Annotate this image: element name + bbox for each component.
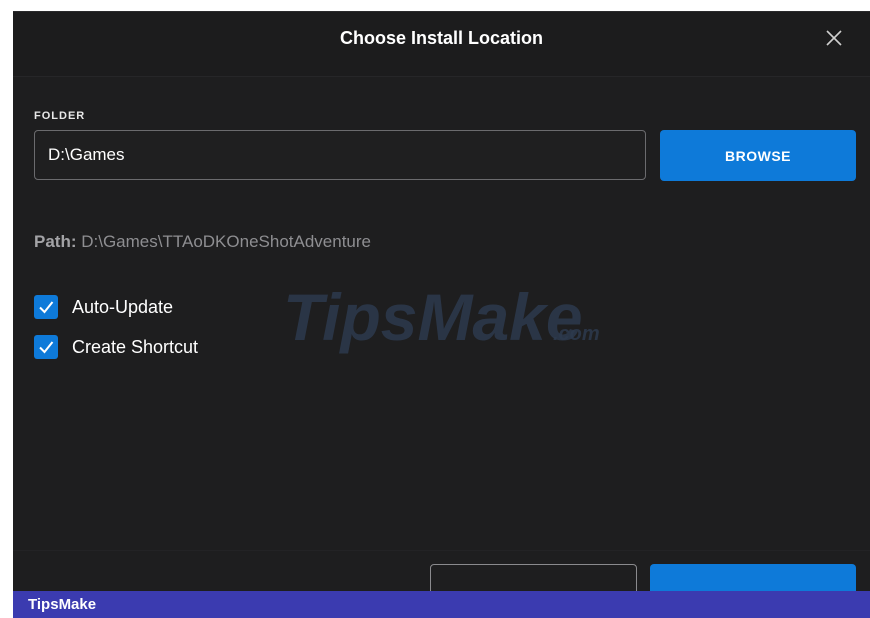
auto-update-option[interactable]: Auto-Update xyxy=(34,294,173,320)
brand-bar: TipsMake xyxy=(13,591,870,618)
create-shortcut-label: Create Shortcut xyxy=(72,336,199,357)
checkmark-icon xyxy=(39,341,54,354)
install-location-dialog: Choose Install Location FOLDER BROWSE Pa… xyxy=(13,11,870,592)
close-icon xyxy=(826,30,842,46)
watermark-suffix: .com xyxy=(553,323,600,345)
cancel-button[interactable]: CANCEL xyxy=(430,564,637,592)
folder-label: FOLDER xyxy=(34,110,86,122)
path-value: D:\Games\TTAoDKOneShotAdventure xyxy=(81,232,371,251)
footer-divider xyxy=(13,550,870,551)
auto-update-label: Auto-Update xyxy=(72,296,174,317)
browse-button[interactable]: BROWSE xyxy=(660,130,856,181)
dialog-header: Choose Install Location xyxy=(13,12,870,77)
path-label: Path: xyxy=(34,232,77,251)
auto-update-checkbox[interactable] xyxy=(34,295,58,319)
folder-input[interactable] xyxy=(34,130,646,180)
watermark-text: TipsMake xyxy=(283,280,583,354)
create-shortcut-option[interactable]: Create Shortcut xyxy=(34,334,198,360)
brand-text: TipsMake xyxy=(28,596,97,613)
checkmark-icon xyxy=(39,301,54,314)
tipsmake-watermark: TipsMake .com xyxy=(283,280,600,354)
install-path: Path: D:\Games\TTAoDKOneShotAdventure xyxy=(34,232,371,252)
create-shortcut-checkbox[interactable] xyxy=(34,335,58,359)
dialog-title: Choose Install Location xyxy=(339,28,544,48)
close-button[interactable] xyxy=(824,28,844,48)
install-button[interactable]: INSTALL xyxy=(650,564,856,592)
screenshot-frame: Choose Install Location FOLDER BROWSE Pa… xyxy=(0,0,870,618)
